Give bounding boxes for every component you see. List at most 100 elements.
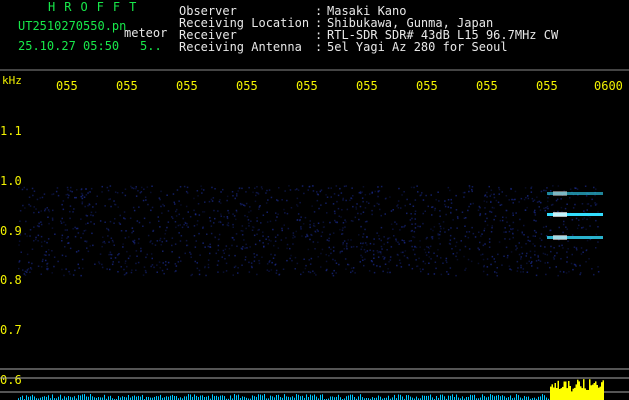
noise-dot <box>306 233 308 236</box>
noise-dot <box>147 234 150 237</box>
noise-dot <box>463 217 466 219</box>
noise-dot <box>450 212 452 214</box>
noise-dot <box>333 250 335 252</box>
spectrum-bar <box>302 395 303 400</box>
noise-dot <box>575 265 577 267</box>
noise-dot <box>506 256 509 259</box>
noise-dot <box>158 220 160 222</box>
noise-dot <box>471 226 473 229</box>
noise-dot <box>482 244 485 247</box>
noise-dot <box>451 248 453 250</box>
noise-dot <box>582 218 584 221</box>
noise-dot <box>547 197 549 199</box>
noise-dot <box>68 270 70 273</box>
noise-dot <box>99 253 102 255</box>
noise-dot <box>446 261 448 264</box>
noise-dot <box>209 252 211 255</box>
spectrum-bar <box>80 395 81 400</box>
spectrum-bar <box>276 395 277 400</box>
noise-dot <box>425 194 427 197</box>
spectrum-bar <box>338 394 339 400</box>
spectrum-bar <box>348 395 349 400</box>
noise-dot <box>159 198 161 201</box>
noise-dot <box>468 248 471 250</box>
noise-dot <box>322 221 325 223</box>
noise-dot <box>146 253 148 256</box>
noise-dot <box>217 260 220 262</box>
spectrum-bar <box>410 396 411 400</box>
noise-dot <box>244 247 246 249</box>
noise-dot <box>297 213 300 215</box>
noise-dot <box>292 243 294 245</box>
noise-dot <box>282 268 285 270</box>
noise-dot <box>286 259 288 262</box>
noise-dot <box>472 202 474 205</box>
noise-dot <box>454 245 457 248</box>
noise-dot <box>453 237 456 240</box>
noise-dot <box>71 190 73 193</box>
noise-dot <box>354 216 357 219</box>
noise-dot <box>537 254 539 257</box>
noise-dot <box>44 209 46 212</box>
noise-dot <box>83 230 86 232</box>
spectrum-bar <box>442 394 443 400</box>
noise-dot <box>256 254 258 256</box>
noise-dot <box>408 264 410 266</box>
spectrum-bar <box>34 396 35 400</box>
noise-dot <box>544 262 546 264</box>
noise-dot <box>330 248 332 250</box>
noise-dot <box>534 235 536 237</box>
spectrum-peak <box>580 386 582 400</box>
noise-dot <box>300 216 302 218</box>
noise-dot <box>312 241 315 243</box>
noise-dot <box>580 253 583 255</box>
noise-dot <box>281 199 283 201</box>
noise-dot <box>313 272 316 274</box>
noise-dot <box>449 267 452 269</box>
noise-dot <box>586 209 588 211</box>
noise-dot <box>172 193 175 195</box>
noise-dot <box>538 206 540 208</box>
spectrum-bar <box>196 395 197 400</box>
noise-dot <box>267 236 270 238</box>
noise-dot <box>566 251 568 253</box>
noise-dot <box>186 192 189 194</box>
noise-dot <box>261 256 263 258</box>
noise-dot <box>90 214 92 216</box>
noise-dot <box>61 268 63 271</box>
noise-dot <box>67 236 69 238</box>
noise-dot <box>175 210 177 213</box>
noise-dot <box>470 260 473 263</box>
noise-dot <box>290 254 292 257</box>
noise-dot <box>483 229 485 232</box>
noise-dot <box>26 269 29 271</box>
spectrum-bar <box>258 394 259 400</box>
spectrum-bar <box>430 394 431 400</box>
noise-dot <box>63 221 65 224</box>
noise-dot <box>166 268 169 270</box>
noise-dot <box>248 186 250 189</box>
noise-dot <box>190 256 192 258</box>
noise-dot <box>336 221 338 223</box>
noise-dot <box>286 243 289 246</box>
noise-dot <box>359 190 362 193</box>
noise-dot <box>561 244 563 247</box>
noise-dot <box>198 232 200 235</box>
noise-dot <box>33 206 35 208</box>
noise-dot <box>422 268 424 271</box>
noise-dot <box>274 264 276 266</box>
noise-dot <box>193 225 196 227</box>
noise-dot <box>343 185 346 188</box>
noise-dot <box>109 253 112 256</box>
spectrum-peak <box>550 386 552 400</box>
noise-dot <box>403 255 406 257</box>
spectrum-peak <box>592 384 594 400</box>
noise-dot <box>396 264 398 267</box>
noise-dot <box>32 194 34 197</box>
noise-dot <box>221 256 223 258</box>
noise-dot <box>436 255 438 257</box>
noise-dot <box>121 192 124 194</box>
noise-dot <box>166 226 168 229</box>
noise-dot <box>46 265 48 268</box>
noise-dot <box>389 271 391 274</box>
